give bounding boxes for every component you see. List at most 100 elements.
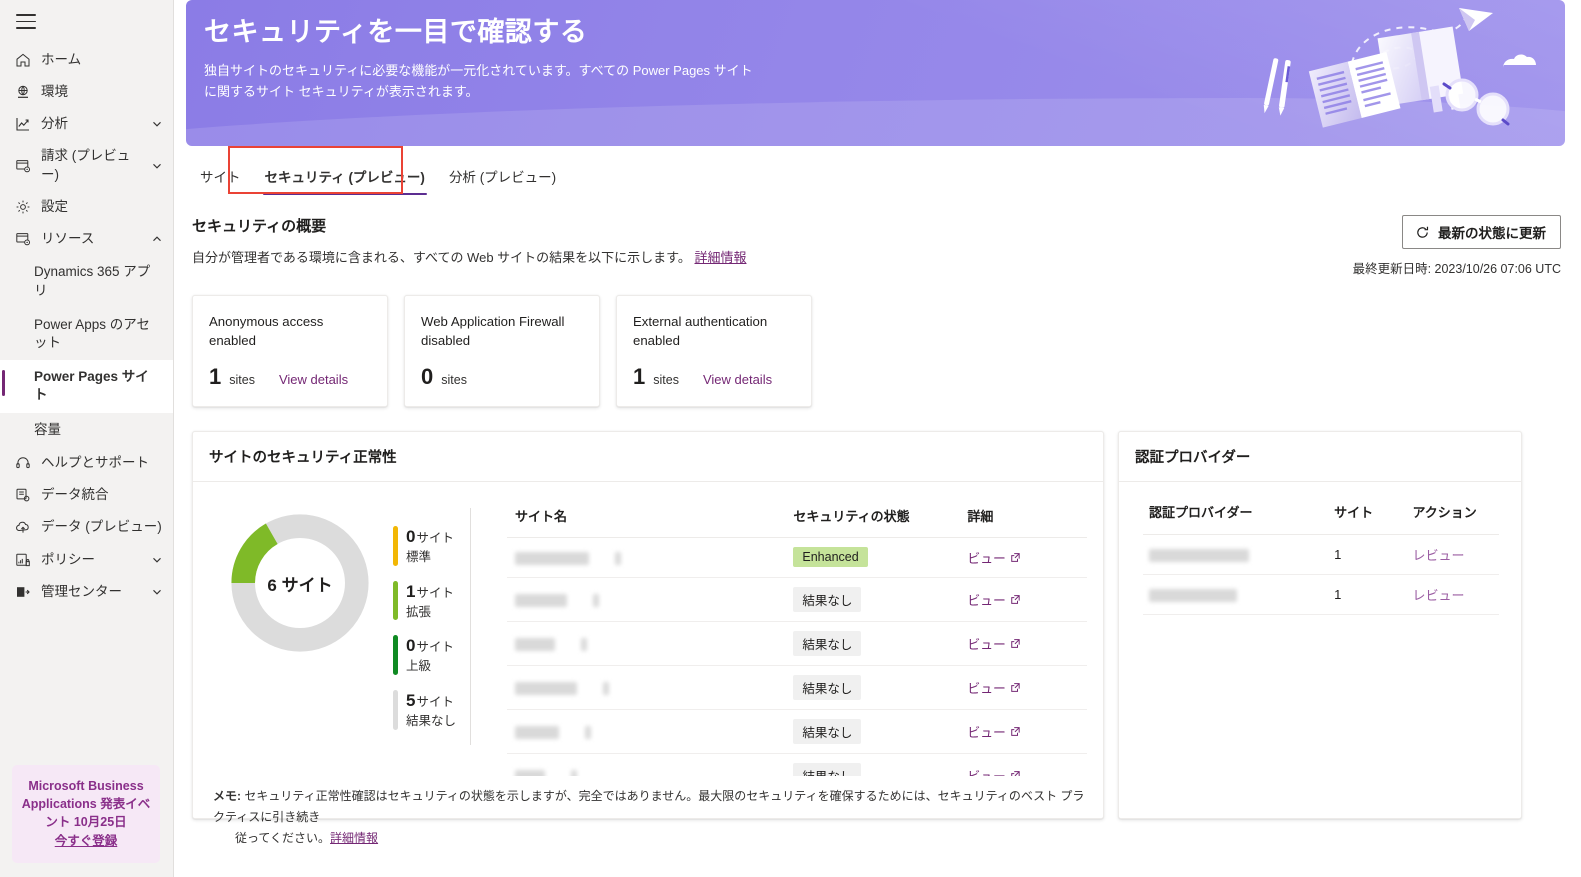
cell-site-name [507, 753, 786, 776]
sidebar-item-label: 分析 [41, 116, 68, 132]
legend-count: 0 [406, 527, 416, 546]
table-row[interactable]: 1 レビュー [1143, 534, 1499, 575]
redacted-site-name [515, 637, 555, 651]
sidebar-item-analytics[interactable]: 分析 [0, 108, 173, 140]
redacted-site-name-secondary [615, 551, 621, 565]
table-row[interactable]: 結果なし ビュー [507, 621, 1087, 666]
sidebar-item-home[interactable]: ホーム [0, 44, 173, 76]
review-link[interactable]: レビュー [1412, 548, 1464, 563]
admin-center-icon [14, 583, 31, 600]
cell-details: ビュー [959, 577, 1087, 622]
column-header-details: 詳細 [959, 500, 1087, 538]
page-title: セキュリティを一目で確認する [204, 17, 588, 47]
books-pen-glasses-paperplane-illustration [1263, 8, 1536, 128]
legend-category: 標準 [406, 550, 432, 564]
tab-sites[interactable]: サイト [190, 160, 251, 195]
kpi-card-anonymous-access[interactable]: Anonymous access enabled 1 sites View de… [192, 295, 388, 407]
kpi-unit: sites [441, 373, 467, 388]
promo-banner[interactable]: Microsoft Business Applications 発表イベ ント … [12, 764, 160, 863]
redacted-provider-name [1149, 589, 1237, 603]
kpi-card-external-authentication[interactable]: External authentication enabled 1 sites … [616, 295, 812, 407]
kpi-unit: sites [229, 373, 255, 388]
view-link[interactable]: ビュー [967, 590, 1020, 609]
page-hero-banner: セキュリティを一目で確認する 独自サイトのセキュリティに必要な機能が一元化されて… [186, 0, 1565, 146]
refresh-button-label: 最新の状態に更新 [1438, 226, 1546, 241]
cell-site-count: 1 [1328, 574, 1407, 615]
sidebar-item-billing[interactable]: 請求 (プレビュー) [0, 140, 173, 190]
note-learn-more-link[interactable]: 詳細情報 [330, 831, 378, 845]
chevron-down-icon[interactable] [151, 586, 163, 598]
column-header-site-name: サイト名 [507, 500, 786, 538]
legend-text: 0サイト 標準 [406, 526, 454, 566]
sidebar-item-label: 設定 [41, 198, 68, 214]
table-row[interactable]: 1 レビュー [1143, 574, 1499, 615]
cell-security-status: Enhanced [785, 538, 960, 578]
status-badge: 結果なし [793, 674, 862, 700]
view-link[interactable]: ビュー [967, 548, 1020, 567]
kpi-value: 1 [633, 364, 646, 390]
sidebar-item-dynamics-365-apps[interactable]: Dynamics 365 アプリ [0, 255, 173, 307]
legend-unit: サイト [416, 694, 454, 709]
view-link[interactable]: ビュー [967, 722, 1020, 741]
view-details-link[interactable]: View details [703, 372, 772, 387]
security-health-note: メモ: セキュリティ正常性確認はセキュリティの状態を示しますが、完全ではありませ… [193, 776, 1103, 849]
legend-color-swatch [393, 689, 398, 730]
column-header-action: アクション [1406, 496, 1499, 535]
chevron-up-icon[interactable] [151, 233, 163, 245]
tab-security-preview[interactable]: セキュリティ (プレビュー) [255, 160, 435, 195]
sidebar-item-capacity[interactable]: 容量 [0, 413, 173, 447]
panel-title: サイトのセキュリティ正常性 [193, 432, 1103, 482]
sidebar-item-data-integration[interactable]: データ統合 [0, 479, 173, 511]
cell-details: ビュー [959, 538, 1087, 578]
hamburger-menu-button[interactable] [0, 0, 173, 44]
view-link[interactable]: ビュー [967, 766, 1020, 776]
sidebar-item-label: データ統合 [41, 487, 109, 503]
sidebar-item-help-and-support[interactable]: ヘルプとサポート [0, 447, 173, 479]
view-details-link[interactable]: View details [279, 372, 348, 387]
sidebar-item-label: リソース [41, 231, 95, 247]
table-row[interactable]: 結果なし ビュー [507, 577, 1087, 622]
sidebar-item-environment[interactable]: 環境 [0, 76, 173, 108]
hamburger-icon [16, 14, 36, 29]
view-link[interactable]: ビュー [967, 678, 1020, 697]
legend-item-enhanced: 1サイト 拡張 [393, 580, 456, 621]
status-badge: Enhanced [793, 547, 868, 568]
refresh-circular-arrow-icon [1417, 226, 1429, 238]
table-row[interactable]: 結果なし ビュー [507, 709, 1087, 754]
review-link[interactable]: レビュー [1412, 588, 1464, 603]
learn-more-link[interactable]: 詳細情報 [694, 250, 746, 265]
sidebar-item-admin-centers[interactable]: 管理センター [0, 576, 173, 608]
tab-analytics-preview[interactable]: 分析 (プレビュー) [439, 160, 566, 195]
promo-register-link[interactable]: 今すぐ登録 [20, 832, 152, 850]
kpi-unit: sites [653, 373, 679, 388]
kpi-value-row: 1 sites View details [633, 366, 797, 388]
legend-count: 1 [406, 581, 416, 601]
table-header-row: サイト名 セキュリティの状態 詳細 [507, 500, 1087, 538]
chevron-down-icon[interactable] [151, 118, 163, 130]
table-row[interactable]: 結果なし ビュー [507, 665, 1087, 710]
chevron-down-icon[interactable] [151, 160, 163, 172]
status-badge: 結果なし [793, 630, 862, 656]
cell-details: ビュー [959, 621, 1087, 666]
auth-providers-table-area: 認証プロバイダー サイト アクション 1 レビュー 1 レビュー [1119, 482, 1521, 615]
sidebar-item-label: ホーム [41, 51, 82, 67]
chevron-down-icon[interactable] [151, 554, 163, 566]
table-row[interactable]: Enhanced ビュー [507, 538, 1087, 578]
cell-site-name [507, 538, 786, 578]
sites-table-scroll-container[interactable]: Enhancedビュー結果なしビュー結果なしビュー結果なしビュー結果なしビュー結… [507, 538, 1087, 776]
refresh-button[interactable]: 最新の状態に更新 [1402, 215, 1561, 249]
open-in-new-window-icon [1011, 594, 1020, 604]
cell-site-name [507, 621, 786, 666]
table-row[interactable]: 結果なし ビュー [507, 753, 1087, 776]
sidebar-item-settings[interactable]: 設定 [0, 191, 173, 223]
sidebar-item-power-apps-assets[interactable]: Power Apps のアセット [0, 308, 173, 360]
view-link[interactable]: ビュー [967, 634, 1020, 653]
redacted-site-name-secondary [571, 769, 577, 776]
cell-site-name [507, 665, 786, 710]
sidebar-item-resources[interactable]: リソース [0, 223, 173, 255]
sidebar-item-policies[interactable]: ポリシー [0, 544, 173, 576]
redacted-site-name [515, 725, 559, 739]
sidebar-item-data-preview[interactable]: データ (プレビュー) [0, 511, 173, 543]
kpi-card-web-application-firewall[interactable]: Web Application Firewall disabled 0 site… [404, 295, 600, 407]
sidebar-item-power-pages-sites[interactable]: Power Pages サイト [0, 360, 173, 413]
